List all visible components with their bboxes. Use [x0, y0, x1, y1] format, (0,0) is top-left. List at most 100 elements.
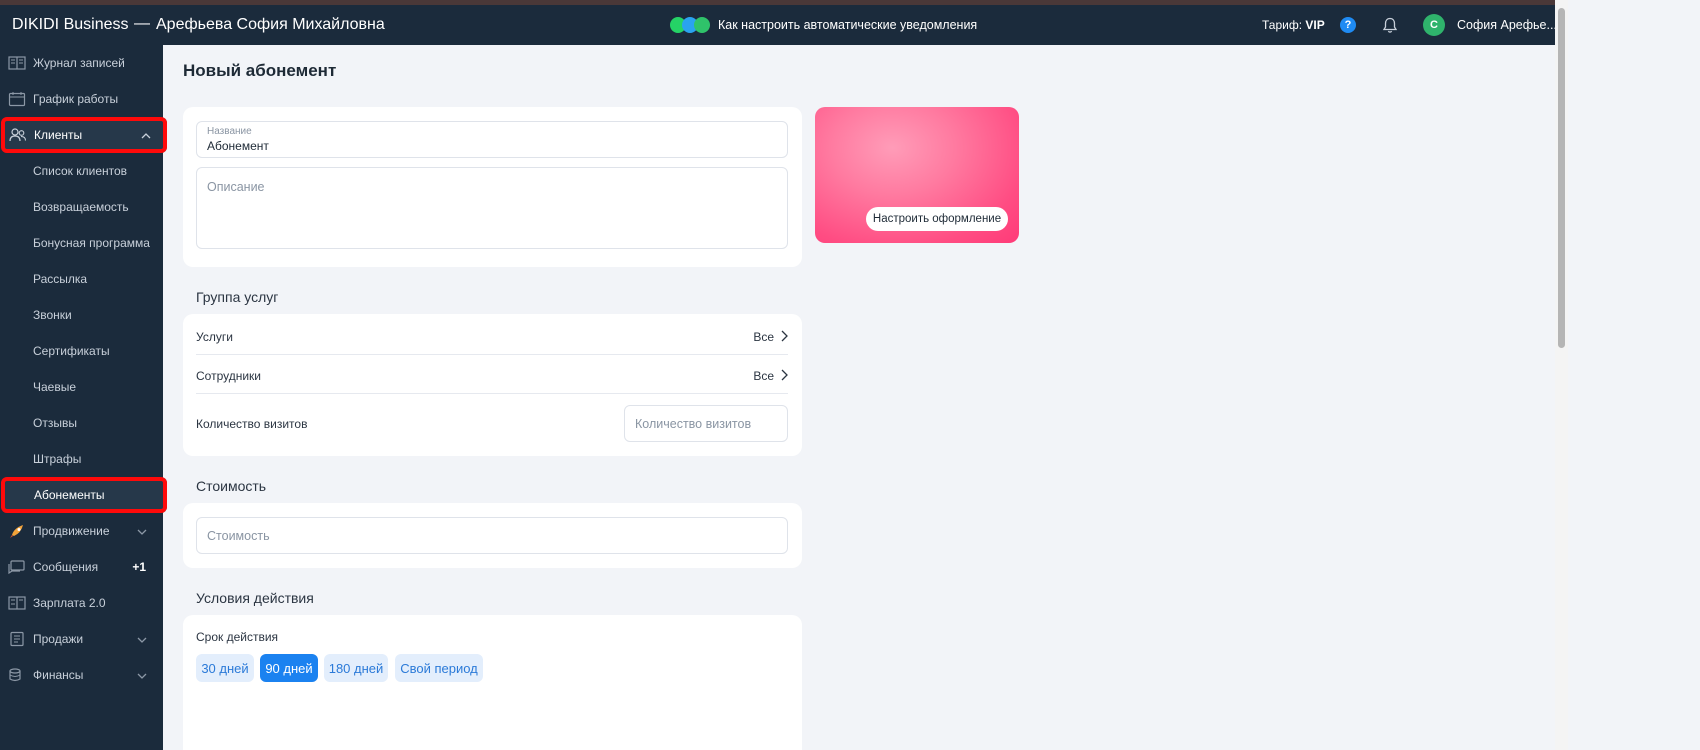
services-group-title: Группа услуг [196, 289, 279, 305]
messages-badge: +1 [132, 560, 146, 574]
sidebar-item-label: Финансы [33, 668, 84, 682]
general-card: Название Абонемент Описание [183, 107, 802, 267]
sidebar-item-label: Абонементы [34, 488, 105, 502]
rocket-icon [8, 523, 26, 539]
sidebar-item-label: Зарплата 2.0 [33, 596, 106, 610]
visits-input[interactable]: Количество визитов [624, 405, 788, 442]
tariff-label: Тариф: [1262, 18, 1303, 32]
user-menu[interactable]: София Арефье... [1457, 18, 1557, 32]
salary-icon [8, 595, 26, 611]
messages-icon [8, 559, 26, 575]
sidebar-item-label: График работы [33, 92, 119, 106]
conditions-title: Условия действия [196, 590, 314, 606]
page-title: Новый абонемент [183, 61, 337, 80]
name-field-label: Название [207, 126, 252, 137]
sidebar-item-salary[interactable]: Зарплата 2.0 [0, 585, 163, 621]
cost-title: Стоимость [196, 478, 267, 494]
description-field[interactable]: Описание [196, 167, 788, 249]
sidebar-item-label: Возвращаемость [33, 200, 129, 214]
services-value: Все [753, 330, 774, 344]
avatar[interactable]: С [1423, 14, 1445, 36]
sidebar-item-fines[interactable]: Штрафы [0, 441, 163, 477]
validity-label: Срок действия [196, 630, 279, 644]
scrollbar-thumb[interactable] [1558, 8, 1565, 348]
account-title: Арефьева София Михайловна [156, 16, 385, 33]
chevron-down-icon [137, 669, 147, 683]
bell-icon[interactable] [1382, 17, 1398, 39]
cost-input[interactable]: Стоимость [196, 517, 788, 554]
promo-text[interactable]: Как настроить автоматические уведомления [718, 18, 977, 32]
subscription-design-preview: Настроить оформление [815, 107, 1019, 243]
sidebar-item-finance[interactable]: Финансы [0, 657, 163, 693]
sidebar-item-reviews[interactable]: Отзывы [0, 405, 163, 441]
clients-icon [9, 127, 27, 143]
sidebar-item-retention[interactable]: Возвращаемость [0, 189, 163, 225]
sidebar: Журнал записей График работы Клиенты Спи… [0, 45, 167, 750]
main-content: Новый абонемент Название Абонемент Описа… [163, 45, 1555, 750]
sidebar-item-label: Сертификаты [33, 344, 110, 358]
staff-value: Все [753, 369, 774, 383]
sidebar-item-label: Штрафы [33, 452, 82, 466]
finance-icon [8, 667, 26, 683]
top-bar: DIKIDI Business — Арефьева София Михайло… [0, 5, 1568, 45]
brand-logo[interactable]: DIKIDI Business [12, 16, 128, 34]
period-30-button[interactable]: 30 дней [196, 654, 254, 682]
sidebar-item-promotion[interactable]: Продвижение [0, 513, 163, 549]
cost-card: Стоимость [183, 503, 802, 568]
cost-placeholder: Стоимость [207, 529, 270, 543]
messenger-icons [668, 16, 712, 34]
chevron-down-icon [137, 525, 147, 539]
chevron-right-icon [780, 329, 788, 347]
sidebar-item-label: Журнал записей [33, 56, 125, 70]
promo-banner[interactable]: Как настроить автоматические уведомления [668, 14, 977, 36]
name-field[interactable]: Название Абонемент [196, 121, 788, 158]
calendar-icon [8, 91, 26, 107]
sidebar-item-client-list[interactable]: Список клиентов [0, 153, 163, 189]
sidebar-item-label: Рассылка [33, 272, 88, 286]
sidebar-item-label: Список клиентов [33, 164, 128, 178]
staff-row[interactable]: Сотрудники Все [183, 354, 802, 394]
sidebar-item-mailing[interactable]: Рассылка [0, 261, 163, 297]
customize-design-button[interactable]: Настроить оформление [866, 207, 1008, 231]
sales-icon [8, 631, 26, 647]
sidebar-item-schedule[interactable]: График работы [0, 81, 163, 117]
chevron-down-icon [137, 633, 147, 647]
visits-placeholder: Количество визитов [635, 417, 752, 431]
conditions-card: Срок действия 30 дней 90 дней 180 дней С… [183, 615, 802, 750]
period-180-button[interactable]: 180 дней [324, 654, 388, 682]
help-icon[interactable]: ? [1340, 17, 1356, 33]
services-label: Услуги [196, 330, 233, 344]
sidebar-item-label: Продвижение [33, 524, 110, 538]
journal-icon [8, 55, 26, 71]
sidebar-item-bonus[interactable]: Бонусная программа [0, 225, 163, 261]
visits-label: Количество визитов [196, 417, 308, 431]
tariff-value: VIP [1305, 18, 1325, 32]
sidebar-item-clients[interactable]: Клиенты [1, 117, 167, 153]
sidebar-item-calls[interactable]: Звонки [0, 297, 163, 333]
staff-label: Сотрудники [196, 369, 261, 383]
sidebar-item-label: Продажи [33, 632, 84, 646]
services-group-card: Услуги Все Сотрудники Все Количество виз… [183, 314, 802, 456]
sidebar-item-label: Звонки [33, 308, 72, 322]
description-placeholder: Описание [207, 180, 265, 194]
sidebar-item-label: Отзывы [33, 416, 77, 430]
sidebar-item-subscriptions[interactable]: Абонементы [1, 477, 167, 513]
name-field-value: Абонемент [207, 139, 269, 153]
tariff-info[interactable]: Тариф: VIP [1262, 18, 1325, 32]
sidebar-item-label: Бонусная программа [33, 236, 150, 250]
sidebar-item-tips[interactable]: Чаевые [0, 369, 163, 405]
sidebar-item-journal[interactable]: Журнал записей [0, 45, 163, 81]
services-row[interactable]: Услуги Все [183, 315, 802, 355]
sidebar-item-sales[interactable]: Продажи [0, 621, 163, 657]
chevron-up-icon [141, 129, 151, 143]
sms-icon [694, 17, 710, 33]
period-90-button[interactable]: 90 дней [260, 654, 318, 682]
sidebar-item-label: Сообщения [33, 560, 99, 574]
sidebar-item-label: Чаевые [33, 380, 77, 394]
sidebar-item-certificates[interactable]: Сертификаты [0, 333, 163, 369]
sidebar-item-label: Клиенты [34, 128, 83, 142]
chevron-right-icon [780, 368, 788, 386]
period-custom-button[interactable]: Свой период [395, 654, 483, 682]
title-separator: — [134, 15, 150, 32]
sidebar-item-messages[interactable]: Сообщения +1 [0, 549, 163, 585]
